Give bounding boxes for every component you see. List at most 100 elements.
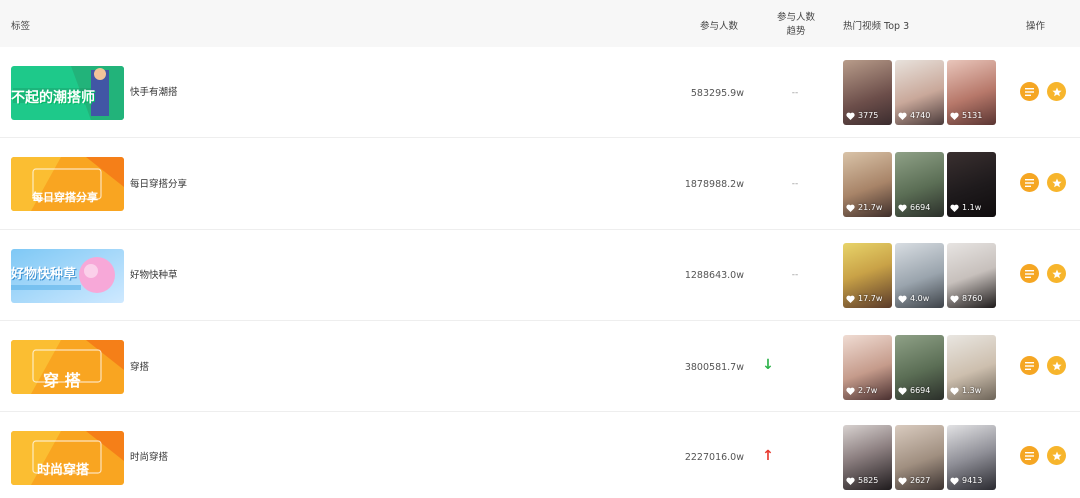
favorite-button[interactable]: [1047, 264, 1066, 283]
heart-icon: [950, 295, 959, 303]
hot-videos: 21.7w 6694 1.1w: [843, 152, 996, 217]
participant-count: 2227016.0w: [684, 452, 744, 463]
header-actions: 操作: [1026, 21, 1046, 32]
trend-up-icon: ↑: [762, 448, 774, 464]
detail-button[interactable]: [1020, 264, 1039, 283]
favorite-button[interactable]: [1047, 82, 1066, 101]
header-trend-line1: 参与人数: [776, 12, 815, 23]
thumbnail-text: 穿 搭: [43, 371, 81, 390]
video-thumbnail[interactable]: 3775: [843, 60, 892, 125]
heart-icon: [898, 112, 907, 120]
like-count: 3775: [858, 111, 879, 120]
video-thumbnail[interactable]: 1.1w: [947, 152, 996, 217]
heart-icon: [898, 387, 907, 395]
tag-name[interactable]: 穿搭: [130, 359, 149, 373]
trend-indicator: --: [791, 88, 799, 98]
like-count: 1.1w: [962, 203, 982, 212]
like-count: 4.0w: [910, 294, 930, 303]
like-count: 17.7w: [858, 294, 883, 303]
video-thumbnail[interactable]: 6694: [895, 335, 944, 400]
header-trend[interactable]: 参与人数 趋势: [776, 11, 816, 39]
favorite-button[interactable]: [1047, 173, 1066, 192]
video-thumbnail[interactable]: 4740: [895, 60, 944, 125]
table-row[interactable]: 穿 搭 穿搭 3800581.7w ↓ 2.7w 6694 1.3w: [0, 321, 1080, 412]
video-thumbnail[interactable]: 2.7w: [843, 335, 892, 400]
tag-name[interactable]: 好物快种草: [130, 267, 178, 281]
star-icon: [1051, 451, 1062, 460]
tag-thumbnail[interactable]: 时尚穿搭: [11, 431, 124, 485]
tag-name[interactable]: 每日穿搭分享: [130, 176, 187, 190]
detail-button[interactable]: [1020, 173, 1039, 192]
star-icon: [1051, 87, 1062, 96]
like-count: 5131: [962, 111, 983, 120]
like-count: 21.7w: [858, 203, 883, 212]
detail-button[interactable]: [1020, 356, 1039, 375]
row-actions: [1020, 446, 1066, 465]
star-icon: [1051, 361, 1062, 370]
detail-button[interactable]: [1020, 82, 1039, 101]
favorite-button[interactable]: [1047, 356, 1066, 375]
table-row[interactable]: 每日穿搭分享 每日穿搭分享 1878988.2w -- 21.7w 6694 1…: [0, 139, 1080, 230]
hot-videos: 17.7w 4.0w 8760: [843, 243, 996, 308]
tag-name[interactable]: 时尚穿搭: [130, 449, 168, 463]
like-count: 2627: [910, 476, 931, 485]
favorite-button[interactable]: [1047, 446, 1066, 465]
row-actions: [1020, 82, 1066, 101]
video-thumbnail[interactable]: 4.0w: [895, 243, 944, 308]
like-count: 6694: [910, 386, 931, 395]
heart-icon: [898, 204, 907, 212]
heart-icon: [846, 112, 855, 120]
table-row[interactable]: 时尚穿搭 时尚穿搭 2227016.0w ↑ 5825 2627 9413: [0, 412, 1080, 498]
list-icon: [1025, 451, 1034, 460]
star-icon: [1051, 269, 1062, 278]
trend-indicator: --: [791, 179, 799, 189]
heart-icon: [950, 204, 959, 212]
header-participants[interactable]: 参与人数: [700, 18, 738, 32]
heart-icon: [950, 112, 959, 120]
table-row[interactable]: 好物快种草 好物快种草 1288643.0w -- 17.7w 4.0w 876…: [0, 230, 1080, 321]
video-thumbnail[interactable]: 8760: [947, 243, 996, 308]
like-count: 5825: [858, 476, 879, 485]
video-thumbnail[interactable]: 2627: [895, 425, 944, 490]
video-thumbnail[interactable]: 6694: [895, 152, 944, 217]
tag-name[interactable]: 快手有潮搭: [130, 84, 178, 98]
list-icon: [1025, 87, 1034, 96]
thumbnail-text: 好物快种草: [11, 267, 77, 282]
table-header: 标签 参与人数 参与人数 趋势 热门视频 Top 3 操作: [0, 0, 1080, 47]
heart-icon: [846, 387, 855, 395]
thumbnail-text: 不起的潮搭师: [11, 90, 95, 106]
hot-videos: 3775 4740 5131: [843, 60, 996, 125]
detail-button[interactable]: [1020, 446, 1039, 465]
like-count: 6694: [910, 203, 931, 212]
heart-icon: [950, 387, 959, 395]
tag-thumbnail[interactable]: 每日穿搭分享: [11, 157, 124, 211]
row-actions: [1020, 264, 1066, 283]
participant-count: 3800581.7w: [684, 362, 744, 373]
video-thumbnail[interactable]: 1.3w: [947, 335, 996, 400]
tag-thumbnail[interactable]: 好物快种草: [11, 249, 124, 303]
hot-videos: 2.7w 6694 1.3w: [843, 335, 996, 400]
video-thumbnail[interactable]: 5825: [843, 425, 892, 490]
like-count: 9413: [962, 476, 983, 485]
heart-icon: [898, 477, 907, 485]
heart-icon: [898, 295, 907, 303]
video-thumbnail[interactable]: 17.7w: [843, 243, 892, 308]
video-thumbnail[interactable]: 21.7w: [843, 152, 892, 217]
video-thumbnail[interactable]: 5131: [947, 60, 996, 125]
header-tag: 标签: [11, 21, 31, 32]
table-row[interactable]: 不起的潮搭师 快手有潮搭 583295.9w -- 3775 4740 5131: [0, 47, 1080, 138]
participant-count: 1288643.0w: [684, 270, 744, 281]
header-hot-videos: 热门视频 Top 3: [843, 21, 910, 32]
video-thumbnail[interactable]: 9413: [947, 425, 996, 490]
tag-thumbnail[interactable]: 不起的潮搭师: [11, 66, 124, 120]
participant-count: 583295.9w: [690, 88, 744, 99]
list-icon: [1025, 361, 1034, 370]
like-count: 2.7w: [858, 386, 878, 395]
thumbnail-text: 时尚穿搭: [37, 463, 90, 478]
heart-icon: [950, 477, 959, 485]
tag-thumbnail[interactable]: 穿 搭: [11, 340, 124, 394]
star-icon: [1051, 178, 1062, 187]
like-count: 1.3w: [962, 386, 982, 395]
trend-indicator: --: [791, 270, 799, 280]
heart-icon: [846, 477, 855, 485]
